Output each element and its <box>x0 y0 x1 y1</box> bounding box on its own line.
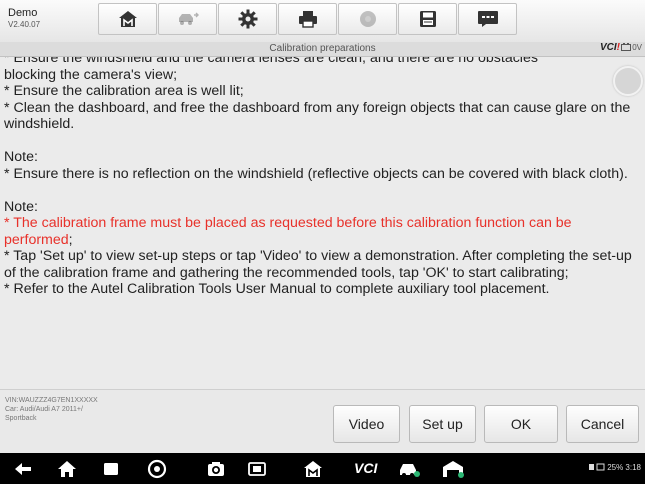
note-label: Note: <box>4 198 38 215</box>
back-nav-button[interactable] <box>12 458 34 480</box>
maxisys-home-icon <box>304 461 322 477</box>
vci-nav-button[interactable]: VCI <box>354 460 377 476</box>
settings-icon <box>238 9 257 29</box>
vehicle-info: VIN:WAUZZZ4G7EN1XXXXX Car: Audi/Audi A7 … <box>5 396 145 423</box>
footer-bar: VIN:WAUZZZ4G7EN1XXXXX Car: Audi/Audi A7 … <box>0 389 645 454</box>
help-button[interactable] <box>338 3 397 35</box>
browser-button[interactable] <box>146 458 168 480</box>
battery-icon <box>621 43 632 51</box>
help-icon <box>359 11 376 27</box>
status-area: 25% 3:18 <box>588 463 641 472</box>
car-model: Car: Audi/Audi A7 2011+/ <box>5 406 83 413</box>
top-toolbar: Demo V2.40.07 <box>0 0 645 43</box>
note-text: * Refer to the Autel Calibration Tools U… <box>4 281 550 297</box>
warning-text: * The calibration frame must be placed a… <box>4 215 572 248</box>
warning-paragraph: * The calibration frame must be placed a… <box>4 215 638 248</box>
note-text: * Tap 'Set up' to view set-up steps or t… <box>4 248 632 281</box>
car-variant: Sportback <box>5 415 37 422</box>
print-button[interactable] <box>278 3 337 35</box>
message-button[interactable] <box>458 3 517 35</box>
recent-apps-button[interactable] <box>100 458 122 480</box>
garage-icon <box>443 461 464 478</box>
cancel-button[interactable]: Cancel <box>566 405 639 443</box>
display-mode-button[interactable] <box>246 458 268 480</box>
remote-expert-button[interactable] <box>397 458 420 480</box>
screenshot-button[interactable] <box>205 458 227 480</box>
maxisys-home-button[interactable] <box>302 458 324 480</box>
instruction-text: * Ensure the windshield and the camera l… <box>4 57 638 298</box>
android-home-icon <box>58 461 76 477</box>
home-nav-button[interactable] <box>56 458 78 480</box>
app-version: V2.40.07 <box>8 20 41 29</box>
vci-status-indicator: VCI! <box>600 42 620 53</box>
note-label: Note: <box>4 149 38 165</box>
screen-mode-icon <box>248 462 266 476</box>
note-text: * Ensure there is no reflection on the w… <box>4 165 628 182</box>
instruction-panel[interactable]: * Ensure the windshield and the camera l… <box>0 57 645 389</box>
vehicle-swap-icon <box>178 12 199 25</box>
video-button[interactable]: Video <box>333 405 400 443</box>
garage-button[interactable] <box>441 458 464 480</box>
vci-warning-mark: ! <box>616 42 620 53</box>
home-button[interactable] <box>98 3 157 35</box>
app-name: Demo <box>8 7 38 19</box>
vehicle-swap-button[interactable] <box>158 3 217 35</box>
print-icon <box>298 11 317 28</box>
car-green-icon <box>400 464 420 477</box>
battery-voltage: 0V <box>632 43 642 52</box>
recent-apps-icon <box>104 463 118 475</box>
ok-button[interactable]: OK <box>484 405 558 443</box>
battery-voltage-indicator: 0V <box>621 43 642 52</box>
settings-button[interactable] <box>218 3 277 35</box>
home-icon <box>118 11 137 27</box>
battery-and-time: 25% 3:18 <box>607 463 641 472</box>
floating-scroll-button[interactable] <box>613 66 643 96</box>
setup-button[interactable]: Set up <box>409 405 476 443</box>
save-icon <box>419 11 436 27</box>
instruction-line: * Ensure the windshield and the camera l… <box>4 57 538 66</box>
vci-text: VCI <box>599 42 617 53</box>
vci-nav-label: VCI <box>354 460 378 476</box>
instruction-line: * Clean the dashboard, and free the dash… <box>4 99 631 133</box>
vin-number: VIN:WAUZZZ4G7EN1XXXXX <box>5 397 98 404</box>
camera-icon <box>208 462 224 476</box>
battery-status-icon <box>588 463 605 471</box>
message-icon <box>477 11 498 27</box>
page-title: Calibration preparations <box>269 43 376 54</box>
system-nav-bar: VCI 25% 3:18 <box>0 453 645 484</box>
back-arrow-icon <box>15 463 31 475</box>
instruction-line: * Ensure the calibration area is well li… <box>4 83 244 99</box>
title-bar: Calibration preparations VCI! 0V <box>0 42 645 57</box>
instruction-line: blocking the camera's view; <box>4 66 178 83</box>
save-button[interactable] <box>398 3 457 35</box>
warning-punctuation: ; <box>68 231 73 248</box>
browser-icon <box>147 459 167 479</box>
